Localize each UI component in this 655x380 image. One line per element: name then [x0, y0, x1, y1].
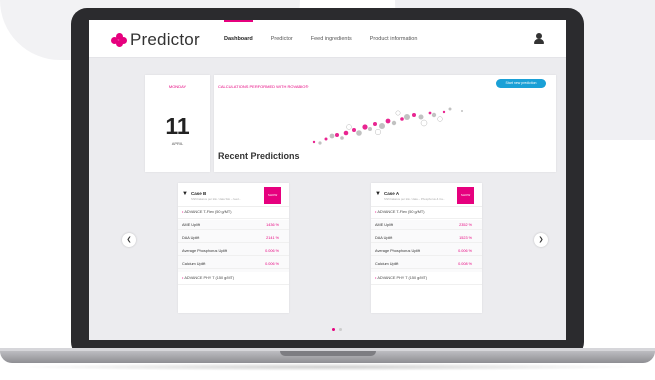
product-label: ADVANCE T-Flex (50 g/MT) — [377, 210, 425, 214]
metric-value: 0.008 % — [458, 262, 472, 266]
product-row[interactable]: •ADVANCE PHY T (150 g/MT) ⌄ — [178, 273, 289, 285]
show-button[interactable]: SHOW — [457, 187, 474, 204]
metric-value: 1436 % — [266, 223, 279, 227]
show-button[interactable]: SHOW — [264, 187, 281, 204]
metric-value: 0.006 % — [458, 249, 472, 253]
chevron-down-icon: ▼ — [182, 191, 188, 197]
logo[interactable]: Predictor — [111, 30, 200, 50]
metric-value: 2141 % — [266, 236, 279, 240]
predictions-panel: CALCULATIONS PERFORMED WITH ROVABIO® Sta… — [214, 75, 556, 172]
list-item: DAA Uplift 1523 % — [371, 233, 482, 243]
case-header[interactable]: ▼ Case B Shift balance per kilo / data S… — [178, 183, 289, 207]
list-item: Average Phosphorus Uplift 0.006 % — [178, 246, 289, 256]
case-subtitle: Shift balance per kilo / data Silo – fee… — [191, 197, 242, 201]
product-name: •ADVANCE T-Flex (50 g/MT) — [375, 210, 424, 214]
metric-label: Average Phosphorus Uplift — [182, 249, 228, 253]
laptop-notch — [280, 351, 376, 356]
list-item: Calcium Uplift 0.008 % — [371, 259, 482, 269]
product-row[interactable]: •ADVANCE T-Flex (50 g/MT) ⌄ — [178, 207, 289, 219]
page-dot[interactable] — [332, 328, 335, 331]
metric-value: 0.006 % — [265, 262, 279, 266]
case-name: Case A — [384, 191, 400, 196]
list-item: AME Uplift 2352 % — [371, 220, 482, 230]
metric-value: 0.006 % — [265, 249, 279, 253]
case-subtitle: Shift balance per kilo / data – Phosphor… — [384, 197, 446, 201]
uplift-list: AME Uplift 2352 % DAA Uplift 1523 % Averag… — [371, 220, 482, 272]
metric-value: 1523 % — [459, 236, 472, 240]
uplift-list: AME Uplift 1436 % DAA Uplift 2141 % Averag… — [178, 220, 289, 272]
tab-predictor[interactable]: Predictor — [262, 20, 302, 58]
list-item: Average Phosphorus Uplift 0.006 % — [371, 246, 482, 256]
product-row[interactable]: •ADVANCE PHY T (150 g/MT) ⌄ — [371, 273, 482, 285]
metric-label: Calcium Uplift — [375, 262, 399, 266]
month: APRIL — [171, 141, 184, 146]
day-number: 11 — [165, 113, 190, 139]
list-item: AME Uplift 1436 % — [178, 220, 289, 230]
chevron-down-icon: ▼ — [375, 191, 381, 197]
chevron-left-icon[interactable]: ❮ — [122, 233, 136, 247]
metric-label: Calcium Uplift — [182, 262, 206, 266]
tab-dashboard[interactable]: Dashboard — [215, 20, 262, 58]
metric-label: Average Phosphorus Uplift — [375, 249, 421, 253]
metric-label: DAA Uplift — [375, 236, 393, 240]
pagination-dots — [332, 328, 342, 331]
case-card: ▼ Case B Shift balance per kilo / data S… — [178, 183, 289, 313]
list-item: DAA Uplift 2141 % — [178, 233, 289, 243]
product-name: •ADVANCE PHY T (150 g/MT) — [182, 276, 234, 280]
product-label: ADVANCE PHY T (150 g/MT) — [377, 276, 428, 280]
logo-icon — [111, 33, 127, 47]
product-label: ADVANCE PHY T (150 g/MT) — [184, 276, 235, 280]
user-icon[interactable] — [534, 33, 544, 44]
laptop-shadow — [10, 363, 645, 371]
calculations-label: CALCULATIONS PERFORMED WITH ROVABIO® — [218, 84, 309, 89]
product-name: •ADVANCE PHY T (150 g/MT) — [375, 276, 427, 280]
app-header: Predictor Dashboard Predictor Feed ingre… — [89, 20, 566, 58]
metric-label: AME Uplift — [182, 223, 200, 227]
product-name: •ADVANCE T-Flex (50 g/MT) — [182, 210, 231, 214]
date-card: MONDAY 11 APRIL — [145, 75, 210, 172]
case-header[interactable]: ▼ Case A Shift balance per kilo / data –… — [371, 183, 482, 207]
chevron-right-icon[interactable]: ❯ — [534, 233, 548, 247]
metric-label: AME Uplift — [375, 223, 393, 227]
app-screen: Predictor Dashboard Predictor Feed ingre… — [89, 20, 566, 340]
metric-label: DAA Uplift — [182, 236, 200, 240]
tab-feed-ingredients[interactable]: Feed ingredients — [302, 20, 361, 58]
page-dot[interactable] — [339, 328, 342, 331]
product-row[interactable]: •ADVANCE T-Flex (50 g/MT) ⌄ — [371, 207, 482, 219]
list-item: Calcium Uplift 0.006 % — [178, 259, 289, 269]
product-label: ADVANCE T-Flex (50 g/MT) — [184, 210, 232, 214]
recent-predictions-title: Recent Predictions — [218, 151, 300, 161]
case-name: Case B — [191, 191, 207, 196]
main-nav: Dashboard Predictor Feed ingredients Pro… — [215, 20, 426, 58]
decorative-dots — [312, 107, 463, 145]
logo-text: Predictor — [130, 30, 200, 49]
weekday: MONDAY — [168, 84, 187, 89]
metric-value: 2352 % — [459, 223, 472, 227]
tab-product-information[interactable]: Product information — [361, 20, 427, 58]
start-new-prediction-button[interactable]: Start new prediction — [496, 79, 546, 88]
case-card: ▼ Case A Shift balance per kilo / data –… — [371, 183, 482, 313]
